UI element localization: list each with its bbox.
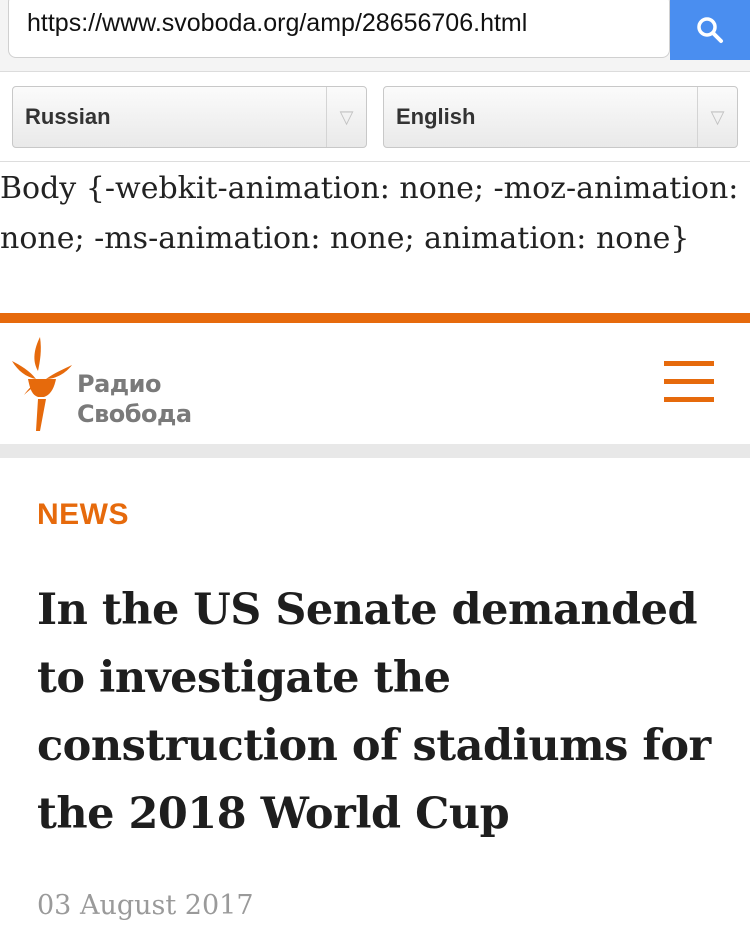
- section-link[interactable]: NEWS: [37, 498, 129, 532]
- source-language-label: Russian: [25, 104, 111, 129]
- logo-line-2: Свобода: [77, 400, 192, 428]
- article-date: 03 August 2017: [37, 890, 254, 921]
- raw-css-text: Body {-webkit-animation: none; -moz-anim…: [0, 171, 739, 256]
- translator-language-bar: Russian ▽ English ▽: [0, 72, 750, 162]
- article-headline: In the US Senate demanded to investigate…: [37, 585, 711, 839]
- site-logo-text: Радио Свобода: [77, 369, 192, 429]
- logo-line-1: Радио: [77, 370, 161, 398]
- chevron-down-icon: ▽: [697, 87, 737, 147]
- source-language-select[interactable]: Russian ▽: [12, 86, 367, 148]
- browser-url-bar: https://www.svoboda.org/amp/28656706.htm…: [0, 0, 750, 72]
- header-divider: [0, 444, 750, 458]
- header-accent-rule: [0, 313, 750, 323]
- search-icon: [697, 17, 723, 43]
- site-header: Радио Свобода: [0, 323, 750, 444]
- chevron-down-icon: ▽: [326, 87, 366, 147]
- url-input[interactable]: https://www.svoboda.org/amp/28656706.htm…: [8, 0, 670, 58]
- site-logo[interactable]: Радио Свобода: [10, 335, 230, 435]
- target-language-select[interactable]: English ▽: [383, 86, 738, 148]
- search-button[interactable]: [670, 0, 750, 60]
- menu-bar: [664, 397, 714, 402]
- menu-bar: [664, 361, 714, 366]
- menu-bar: [664, 379, 714, 384]
- article: NEWS In the US Senate demanded to invest…: [0, 458, 750, 947]
- hamburger-menu-icon[interactable]: [664, 359, 716, 407]
- torch-icon: [12, 337, 72, 431]
- target-language-label: English: [396, 104, 476, 129]
